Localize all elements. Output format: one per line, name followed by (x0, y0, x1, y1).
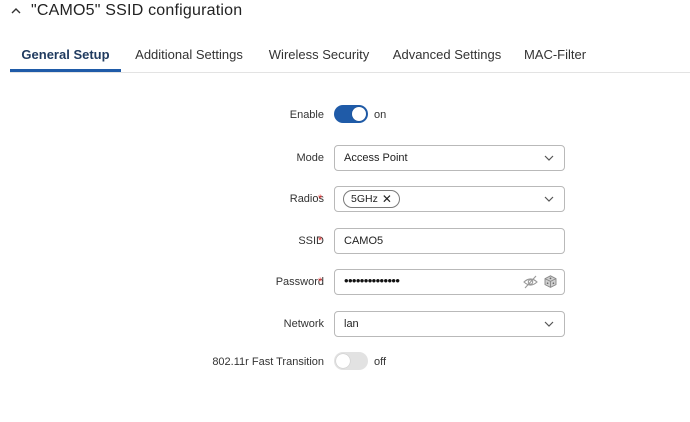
section-header[interactable]: "CAMO5" SSID configuration (10, 0, 242, 22)
mode-label: Mode (296, 152, 324, 164)
chip-label: 5GHz (351, 193, 378, 205)
enable-row: Enable on (0, 102, 690, 128)
radios-row: Radios * 5GHz ✕ (0, 186, 690, 212)
fast-transition-state: off (374, 356, 387, 368)
network-label: Network (283, 318, 324, 330)
required-marker: * (318, 276, 323, 288)
page-title: "CAMO5" SSID configuration (31, 2, 243, 19)
password-row: Password * •••••••••••••• (0, 269, 690, 295)
eye-slash-icon[interactable] (523, 275, 538, 289)
fast-transition-toggle[interactable] (334, 352, 368, 370)
required-marker: * (318, 193, 323, 205)
mode-row: Mode Access Point (0, 145, 690, 171)
mode-select[interactable]: Access Point (334, 145, 565, 171)
fast-transition-label: 802.11r Fast Transition (212, 356, 324, 368)
password-input[interactable]: •••••••••••••• (334, 269, 565, 295)
enable-label: Enable (289, 109, 324, 121)
password-value: •••••••••••••• (344, 273, 400, 288)
toggle-knob (352, 107, 366, 121)
tab-wireless-security[interactable]: Wireless Security (267, 40, 371, 70)
chevron-down-icon (544, 155, 554, 161)
enable-toggle[interactable] (334, 105, 368, 123)
password-label: Password (275, 276, 324, 288)
close-icon[interactable]: ✕ (382, 191, 392, 207)
tab-advanced-settings[interactable]: Advanced Settings (392, 40, 502, 70)
tab-additional-settings[interactable]: Additional Settings (130, 40, 248, 70)
dice-icon[interactable] (544, 275, 557, 288)
tab-general-setup[interactable]: General Setup (10, 40, 121, 70)
ssid-value: CAMO5 (344, 235, 384, 247)
required-marker: * (318, 235, 323, 247)
network-row: Network lan (0, 311, 690, 337)
toggle-knob (336, 354, 350, 368)
tab-bar: General Setup Additional Settings Wirele… (10, 40, 690, 73)
chevron-down-icon (544, 321, 554, 327)
network-value: lan (344, 318, 359, 330)
radios-select[interactable]: 5GHz ✕ (334, 186, 565, 212)
enable-state: on (374, 109, 387, 121)
fast-transition-row: 802.11r Fast Transition off (0, 349, 690, 375)
network-select[interactable]: lan (334, 311, 565, 337)
active-tab-indicator (10, 69, 121, 72)
tab-mac-filter[interactable]: MAC-Filter (523, 40, 587, 70)
chevron-down-icon (544, 196, 554, 202)
chevron-up-icon[interactable] (10, 5, 22, 17)
ssid-input[interactable]: CAMO5 (334, 228, 565, 254)
radio-chip-5ghz: 5GHz ✕ (343, 190, 400, 208)
mode-value: Access Point (344, 152, 408, 164)
ssid-row: SSID * CAMO5 (0, 228, 690, 254)
